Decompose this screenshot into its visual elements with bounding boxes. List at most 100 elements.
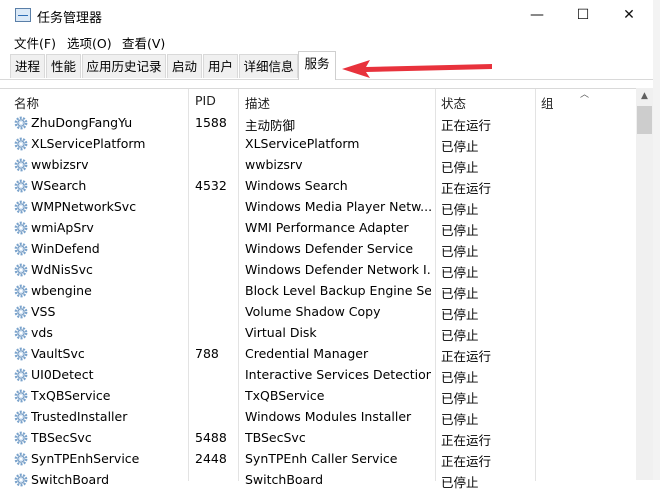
service-gear-icon	[14, 242, 28, 256]
service-gear-icon	[14, 473, 28, 487]
service-description-cell: WMI Performance Adapter	[245, 220, 409, 235]
table-row[interactable]: TxQBService TxQBService 已停止	[0, 386, 636, 407]
service-status-cell: 正在运行	[441, 454, 492, 469]
tab-performance[interactable]: 性能	[46, 54, 81, 78]
service-name-cell: WSearch	[31, 178, 87, 193]
service-name-cell: SynTPEnhService	[31, 451, 140, 466]
service-description-cell: TxQBService	[245, 388, 325, 403]
window-title: 任务管理器	[37, 11, 103, 26]
column-status-header[interactable]: 状态	[441, 93, 466, 112]
vertical-scrollbar[interactable]: ▲	[636, 88, 653, 480]
menu-file[interactable]: 文件(F)	[14, 33, 56, 52]
service-description-cell: Credential Manager	[245, 346, 369, 361]
service-description-cell: Windows Media Player Netw...	[245, 199, 431, 214]
table-row[interactable]: WdNisSvc Windows Defender Network I... 已…	[0, 260, 636, 281]
service-description-cell: Virtual Disk	[245, 325, 317, 340]
tab-services[interactable]: 服务	[298, 51, 336, 80]
service-gear-icon	[14, 347, 28, 361]
service-pid-cell: 4532	[195, 178, 227, 193]
service-gear-icon	[14, 305, 28, 319]
table-row[interactable]: UI0Detect Interactive Services Detection…	[0, 365, 636, 386]
service-status-cell: 正在运行	[441, 118, 492, 133]
tab-users[interactable]: 用户	[203, 54, 238, 78]
service-gear-icon	[14, 410, 28, 424]
minimize-button[interactable]: —	[514, 0, 560, 31]
service-gear-icon	[14, 431, 28, 445]
table-row[interactable]: SwitchBoard SwitchBoard 已停止	[0, 470, 636, 491]
service-status-cell: 已停止	[441, 244, 479, 259]
table-row[interactable]: TBSecSvc 5488 TBSecSvc 正在运行	[0, 428, 636, 449]
service-name-cell: TxQBService	[31, 388, 111, 403]
tab-details[interactable]: 详细信息	[239, 54, 298, 78]
table-row[interactable]: wmiApSrv WMI Performance Adapter 已停止	[0, 218, 636, 239]
maximize-button[interactable]: ☐	[560, 0, 606, 31]
table-row[interactable]: VaultSvc 788 Credential Manager 正在运行	[0, 344, 636, 365]
service-name-cell: wbengine	[31, 283, 92, 298]
service-name-cell: wmiApSrv	[31, 220, 94, 235]
close-button[interactable]: ✕	[606, 0, 652, 31]
service-pid-cell: 1588	[195, 115, 227, 130]
service-description-cell: Windows Modules Installer	[245, 409, 412, 424]
column-pid-header[interactable]: PID	[195, 93, 216, 108]
table-row[interactable]: TrustedInstaller Windows Modules Install…	[0, 407, 636, 428]
scroll-thumb[interactable]	[637, 106, 652, 134]
table-row[interactable]: WMPNetworkSvc Windows Media Player Netw.…	[0, 197, 636, 218]
service-status-cell: 正在运行	[441, 433, 492, 448]
service-name-cell: vds	[31, 325, 53, 340]
service-gear-icon	[14, 263, 28, 277]
service-description-cell: 主动防御	[245, 118, 296, 133]
service-gear-icon	[14, 284, 28, 298]
service-gear-icon	[14, 179, 28, 193]
service-name-cell: wwbizsrv	[31, 157, 89, 172]
table-row[interactable]: ZhuDongFangYu 1588 主动防御 正在运行	[0, 113, 636, 134]
service-description-cell: Volume Shadow Copy	[245, 304, 381, 319]
scroll-up-icon[interactable]: ▲	[636, 88, 653, 105]
service-name-cell: TrustedInstaller	[31, 409, 128, 424]
column-description-header[interactable]: 描述	[245, 93, 270, 112]
service-description-cell: XLServicePlatform	[245, 136, 360, 151]
service-gear-icon	[14, 452, 28, 466]
table-row[interactable]: wbengine Block Level Backup Engine Se...…	[0, 281, 636, 302]
service-description-cell: Windows Defender Service	[245, 241, 414, 256]
task-manager-icon	[15, 8, 31, 22]
service-status-cell: 已停止	[441, 265, 479, 280]
service-pid-cell: 2448	[195, 451, 227, 466]
menu-options[interactable]: 选项(O)	[67, 33, 112, 52]
tab-bar: 进程 性能 应用历史记录 启动 用户 详细信息 服务	[0, 51, 660, 80]
service-description-cell: Windows Defender Network I...	[245, 262, 431, 277]
column-name-header[interactable]: 名称	[14, 93, 39, 112]
service-pid-cell: 788	[195, 346, 219, 361]
tab-startup[interactable]: 启动	[167, 54, 202, 78]
service-description-cell: Interactive Services Detection	[245, 367, 431, 382]
table-row[interactable]: XLServicePlatform XLServicePlatform 已停止	[0, 134, 636, 155]
tab-processes[interactable]: 进程	[10, 54, 45, 78]
service-gear-icon	[14, 368, 28, 382]
tab-app-history[interactable]: 应用历史记录	[82, 54, 166, 78]
service-status-cell: 已停止	[441, 307, 479, 322]
menu-view[interactable]: 查看(V)	[122, 33, 165, 52]
service-name-cell: ZhuDongFangYu	[31, 115, 133, 130]
table-row[interactable]: VSS Volume Shadow Copy 已停止	[0, 302, 636, 323]
table-row[interactable]: WinDefend Windows Defender Service 已停止	[0, 239, 636, 260]
sort-caret-icon[interactable]: ︿	[580, 87, 589, 100]
column-header: 名称 PID 描述 状态 组 ︿	[0, 87, 636, 481]
service-name-cell: WinDefend	[31, 241, 100, 256]
table-row[interactable]: wwbizsrv wwbizsrv 已停止	[0, 155, 636, 176]
window-edge	[653, 0, 660, 480]
service-status-cell: 已停止	[441, 202, 479, 217]
service-pid-cell: 5488	[195, 430, 227, 445]
service-name-cell: TBSecSvc	[31, 430, 92, 445]
table-row[interactable]: vds Virtual Disk 已停止	[0, 323, 636, 344]
table-row[interactable]: SynTPEnhService 2448 SynTPEnh Caller Ser…	[0, 449, 636, 470]
service-gear-icon	[14, 137, 28, 151]
service-description-cell: TBSecSvc	[245, 430, 306, 445]
table-row[interactable]: WSearch 4532 Windows Search 正在运行	[0, 176, 636, 197]
service-gear-icon	[14, 389, 28, 403]
service-status-cell: 正在运行	[441, 349, 492, 364]
service-status-cell: 已停止	[441, 391, 479, 406]
service-name-cell: XLServicePlatform	[31, 136, 146, 151]
column-group-header[interactable]: 组	[541, 93, 554, 112]
menu-bar: 文件(F) 选项(O) 查看(V)	[0, 31, 660, 51]
annotation-arrow-icon	[342, 60, 492, 78]
service-name-cell: WdNisSvc	[31, 262, 93, 277]
